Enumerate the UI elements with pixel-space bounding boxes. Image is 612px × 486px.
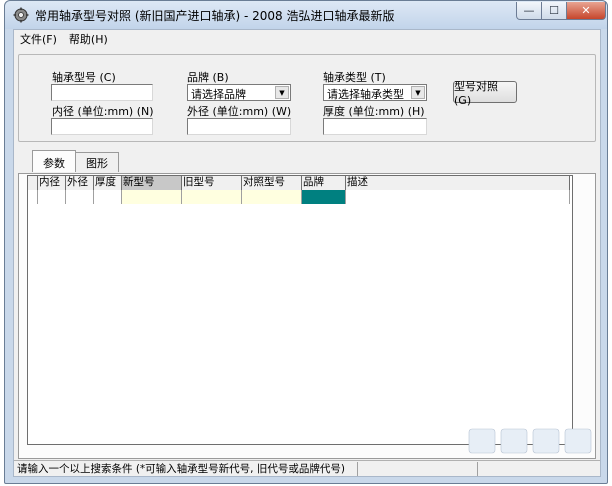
type-select[interactable]: 请选择轴承类型 ▼ — [323, 84, 427, 101]
chevron-down-icon[interactable]: ▼ — [275, 86, 289, 99]
grid-cell[interactable] — [242, 190, 302, 204]
watermark-logo — [468, 428, 592, 454]
brand-select-value: 请选择品牌 — [191, 88, 246, 101]
chevron-down-icon[interactable]: ▼ — [411, 86, 425, 99]
maximize-button[interactable]: ☐ — [541, 2, 567, 20]
brand-select[interactable]: 请选择品牌 ▼ — [187, 84, 291, 101]
tab-params-label: 参数 — [43, 157, 65, 170]
menu-help[interactable]: 帮助(H) — [63, 31, 114, 47]
results-grid[interactable]: 内径 外径 厚度 新型号 旧型号 对照型号 品牌 描述 — [27, 175, 573, 445]
app-window: 常用轴承型号对照 (新旧国产进口轴承) - 2008 浩弘进口轴承最新版 — ☐… — [4, 0, 608, 484]
gear-app-icon — [13, 7, 29, 23]
tab-params[interactable]: 参数 — [32, 150, 76, 172]
minimize-icon: — — [523, 4, 535, 17]
compare-button[interactable]: 型号对照 (G) — [453, 80, 517, 107]
grid-header-brand[interactable]: 品牌 — [302, 176, 346, 190]
grid-cell[interactable] — [182, 190, 242, 204]
thickness-label: 厚度 (单位:mm) (H) — [323, 105, 425, 118]
window-title: 常用轴承型号对照 (新旧国产进口轴承) - 2008 浩弘进口轴承最新版 — [35, 9, 395, 23]
outer-diameter-label: 外径 (单位:mm) (W) — [187, 105, 292, 118]
grid-cell[interactable] — [94, 190, 122, 204]
grid-header-corner — [28, 176, 38, 190]
inner-diameter-input[interactable] — [51, 118, 153, 135]
close-button[interactable]: ✕ — [566, 2, 606, 20]
table-row[interactable] — [28, 190, 570, 204]
menu-bar: 文件(F) 帮助(H) — [14, 30, 600, 48]
model-input[interactable] — [51, 84, 153, 101]
search-form: 轴承型号 (C) 品牌 (B) 请选择品牌 ▼ 轴承类型 (T) 请选择轴承类型… — [18, 54, 596, 142]
grid-header: 内径 外径 厚度 新型号 旧型号 对照型号 品牌 描述 — [28, 176, 570, 190]
minimize-button[interactable]: — — [516, 2, 542, 20]
status-text: 请输入一个以上搜索条件 (*可输入轴承型号新代号, 旧代号或品牌代号) — [14, 461, 358, 476]
tab-graphics-label: 图形 — [86, 157, 108, 170]
client-area: 文件(F) 帮助(H) 轴承型号 (C) 品牌 (B) 请选择品牌 ▼ 轴承类型… — [13, 29, 601, 477]
tab-graphics[interactable]: 图形 — [75, 152, 119, 172]
grid-cell[interactable] — [346, 190, 570, 204]
compare-button-label: 型号对照 (G) — [454, 79, 498, 107]
close-icon: ✕ — [581, 4, 591, 17]
type-select-value: 请选择轴承类型 — [327, 88, 404, 101]
grid-header-new-model[interactable]: 新型号 — [122, 176, 182, 190]
grid-header-outer[interactable]: 外径 — [66, 176, 94, 190]
maximize-icon: ☐ — [549, 4, 559, 17]
inner-diameter-label: 内径 (单位:mm) (N) — [52, 105, 154, 118]
model-label: 轴承型号 (C) — [52, 71, 116, 84]
status-cell-empty — [358, 461, 478, 476]
grid-header-thickness[interactable]: 厚度 — [94, 176, 122, 190]
menu-file[interactable]: 文件(F) — [14, 31, 63, 47]
thickness-input[interactable] — [323, 118, 427, 135]
type-label: 轴承类型 (T) — [323, 71, 386, 84]
grid-cell[interactable] — [28, 190, 38, 204]
brand-label: 品牌 (B) — [187, 71, 229, 84]
grid-cell[interactable] — [302, 190, 346, 204]
grid-cell[interactable] — [38, 190, 66, 204]
grid-header-old-model[interactable]: 旧型号 — [182, 176, 242, 190]
outer-diameter-input[interactable] — [187, 118, 291, 135]
grid-header-inner[interactable]: 内径 — [38, 176, 66, 190]
tab-strip: 参数 图形 — [32, 150, 119, 174]
grid-cell[interactable] — [66, 190, 94, 204]
grid-header-compare-model[interactable]: 对照型号 — [242, 176, 302, 190]
grid-cell[interactable] — [122, 190, 182, 204]
grid-header-description[interactable]: 描述 — [346, 176, 570, 190]
title-bar[interactable]: 常用轴承型号对照 (新旧国产进口轴承) - 2008 浩弘进口轴承最新版 — ☐… — [5, 1, 607, 29]
